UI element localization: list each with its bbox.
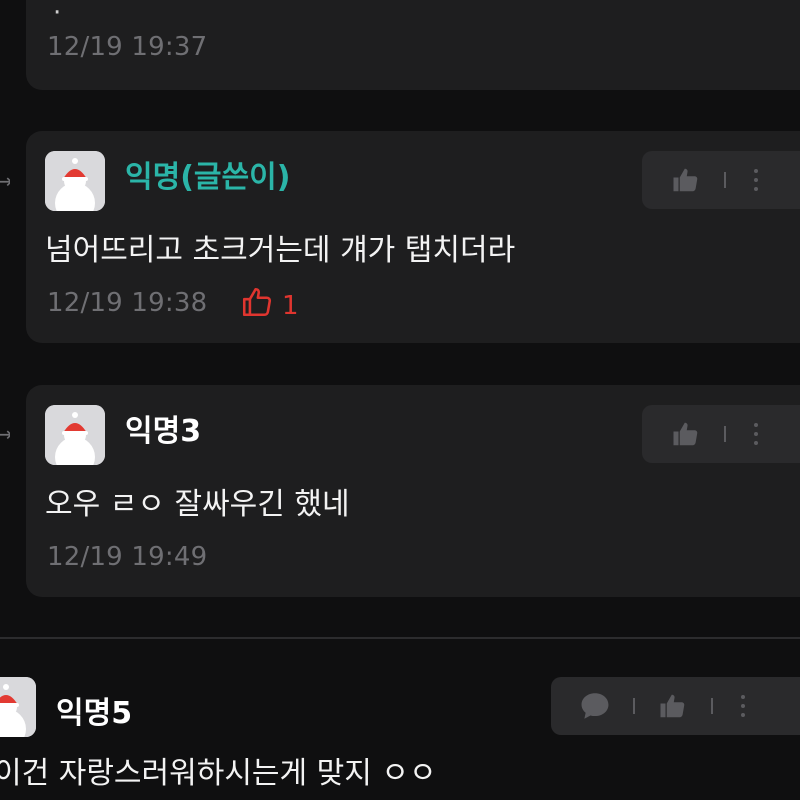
- like-button[interactable]: [655, 688, 691, 724]
- comment-author-name: 익명5: [56, 696, 133, 731]
- thumbs-up-icon: [673, 422, 698, 446]
- reply-arrow-icon: →: [0, 169, 10, 193]
- thumbs-up-icon: [240, 285, 274, 326]
- comment-thread: · 12/19 19:37 → 익명(글쓴이) 넘어뜨리고 초크거는데 걔가 탭…: [0, 0, 800, 800]
- comment-timestamp: 12/19 19:49: [47, 542, 208, 572]
- speech-bubble-icon: [581, 693, 609, 719]
- comment-text: 이건 자랑스러워하시는게 맞지 ㅇㅇ: [0, 756, 437, 791]
- reply-button[interactable]: [577, 688, 613, 724]
- thumbs-up-icon: [673, 168, 698, 192]
- avatar: [45, 405, 105, 465]
- comment-timestamp: 12/19 19:37: [47, 32, 208, 62]
- divider: [711, 698, 713, 714]
- more-options-button[interactable]: [746, 169, 766, 191]
- avatar: [45, 151, 105, 211]
- reply-card: 익명3 오우 ㄹㅇ 잘싸우긴 했네 12/19 19:49: [26, 385, 800, 597]
- reply-arrow-icon: →: [0, 422, 10, 446]
- comment-action-bar: [642, 405, 800, 463]
- truncated-text: ·: [53, 0, 62, 28]
- divider: [724, 172, 726, 188]
- like-button[interactable]: [668, 416, 704, 452]
- avatar: [0, 677, 36, 737]
- thumbs-up-icon: [660, 694, 685, 718]
- comment-action-bar: [642, 151, 800, 209]
- divider: [724, 426, 726, 442]
- like-count-badge: 1: [240, 285, 299, 326]
- more-options-button[interactable]: [733, 695, 753, 717]
- divider: [633, 698, 635, 714]
- comment-divider: [0, 637, 800, 639]
- more-options-button[interactable]: [746, 423, 766, 445]
- comment-author-name: 익명(글쓴이): [125, 160, 291, 195]
- reply-card: · 12/19 19:37: [26, 0, 800, 90]
- comment-text: 오우 ㄹㅇ 잘싸우긴 했네: [45, 487, 350, 522]
- comment-action-bar: [551, 677, 800, 735]
- comment-timestamp: 12/19 19:38: [47, 288, 208, 318]
- reply-card: 익명(글쓴이) 넘어뜨리고 초크거는데 걔가 탭치더라 12/19 19:38 …: [26, 131, 800, 343]
- snowman-santa-avatar-icon: [45, 151, 105, 211]
- snowman-santa-avatar-icon: [45, 405, 105, 465]
- snowman-santa-avatar-icon: [0, 677, 36, 737]
- like-count: 1: [282, 290, 299, 321]
- comment-author-name: 익명3: [125, 414, 202, 449]
- like-button[interactable]: [668, 162, 704, 198]
- comment-text: 넘어뜨리고 초크거는데 걔가 탭치더라: [45, 233, 516, 268]
